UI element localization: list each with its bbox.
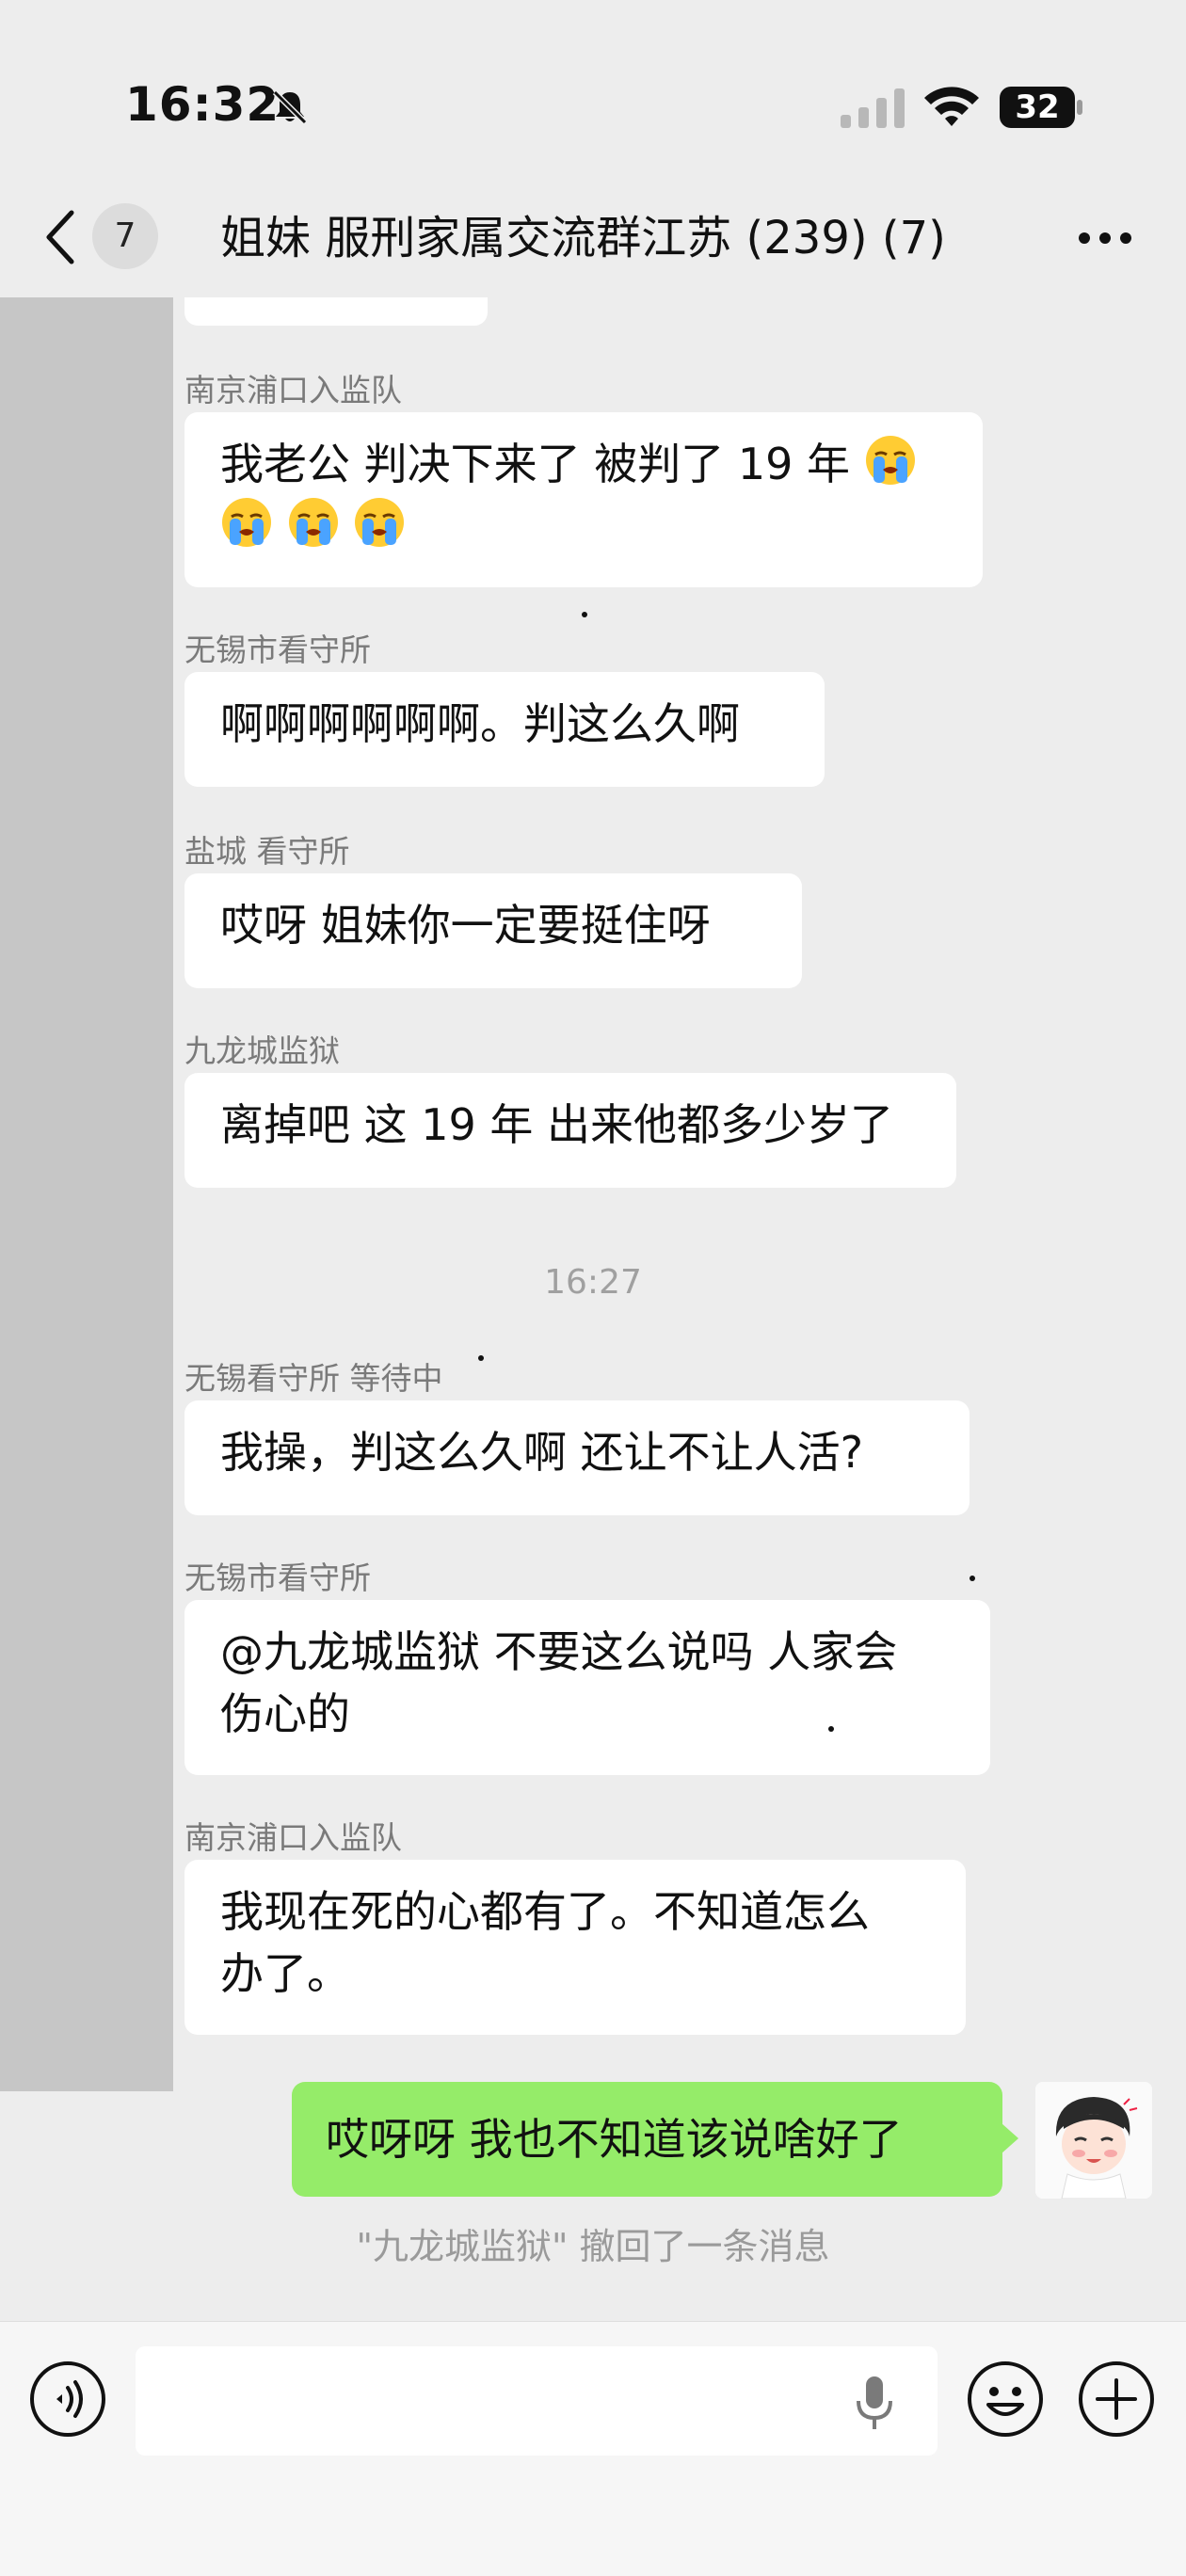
- message-bubble[interactable]: @九龙城监狱 不要这么说吗 人家会 伤心的: [184, 1600, 990, 1775]
- recall-notice: "九龙城监狱" 撤回了一条消息: [356, 2226, 830, 2267]
- message-bubble[interactable]: 我现在死的心都有了。不知道怎么 办了。: [184, 1860, 966, 2035]
- crying-emoji: [355, 498, 405, 547]
- my-message-text: 哎呀呀 我也不知道该说啥好了: [326, 2114, 903, 2165]
- message-text-line: 我老公 判决下来了 被判了 19 年: [220, 439, 851, 489]
- crying-emoji: [222, 498, 271, 547]
- message-bubble[interactable]: 啊啊啊啊啊啊。判这么久啊: [184, 672, 825, 787]
- crying-emoji: [288, 498, 338, 547]
- message-text-line: @九龙城监狱 不要这么说吗 人家会: [220, 1626, 898, 1677]
- message-text: 离掉吧 这 19 年 出来他都多少岁了: [220, 1099, 894, 1150]
- message-bubble[interactable]: 我老公 判决下来了 被判了 19 年: [184, 412, 983, 587]
- message-bubble[interactable]: 我操，判这么久啊 还让不让人活?: [184, 1400, 970, 1515]
- sender-name: 南京浦口入监队: [184, 372, 402, 408]
- my-message-bubble[interactable]: 哎呀呀 我也不知道该说啥好了: [292, 2082, 1002, 2197]
- nav-bar: 7 姐妹 服刑家属交流群江苏 (239) (7): [0, 179, 1186, 297]
- input-bar: [0, 2321, 1186, 2576]
- sender-name: 无锡市看守所: [184, 632, 371, 668]
- speck: [478, 1355, 484, 1361]
- message-bubble[interactable]: 哎呀 姐妹你一定要挺住呀: [184, 873, 802, 988]
- battery-icon: 32: [998, 85, 1084, 130]
- speck: [582, 612, 587, 617]
- message-input[interactable]: [136, 2346, 938, 2456]
- bell-off-icon: [272, 89, 308, 125]
- message-text: 我老公 判决下来了 被判了 19 年: [220, 433, 947, 495]
- message-emoji-line: [220, 495, 947, 557]
- time-separator: 16:27: [544, 1263, 642, 1302]
- message-bubble-partial[interactable]: [184, 297, 488, 326]
- message-text-line: 伤心的: [220, 1688, 350, 1739]
- sender-name: 九龙城监狱: [184, 1032, 340, 1069]
- side-strip: [0, 297, 173, 2091]
- speck: [828, 1726, 834, 1732]
- message-text: 我操，判这么久啊 还让不让人活?: [220, 1427, 864, 1478]
- message-text: 啊啊啊啊啊啊。判这么久啊: [220, 698, 740, 749]
- signal-icon: [841, 88, 905, 128]
- status-bar: 16:32 32: [0, 0, 1186, 179]
- my-message-tail: [1002, 2123, 1018, 2153]
- crying-emoji: [865, 436, 915, 485]
- back-icon[interactable]: [43, 207, 77, 267]
- sender-name: 南京浦口入监队: [184, 1819, 402, 1856]
- emoji-icon[interactable]: [966, 2360, 1045, 2439]
- sender-name: 无锡市看守所: [184, 1560, 371, 1596]
- plus-icon[interactable]: [1077, 2360, 1156, 2439]
- more-icon[interactable]: [1077, 226, 1133, 250]
- sender-name: 无锡看守所 等待中: [184, 1360, 443, 1397]
- avatar[interactable]: [1035, 2082, 1152, 2199]
- battery-level: 32: [1015, 88, 1060, 126]
- message-bubble[interactable]: 离掉吧 这 19 年 出来他都多少岁了: [184, 1073, 956, 1188]
- wifi-icon: [924, 87, 979, 126]
- mic-icon[interactable]: [851, 2375, 898, 2433]
- unread-badge[interactable]: 7: [92, 203, 158, 269]
- message-text-line: 办了。: [220, 1948, 350, 1999]
- chat-area[interactable]: 南京浦口入监队 我老公 判决下来了 被判了 19 年 无锡市看守所 啊啊啊啊啊啊…: [0, 297, 1186, 2321]
- speck: [970, 1576, 975, 1581]
- voice-icon[interactable]: [28, 2360, 107, 2439]
- page-title: 姐妹 服刑家属交流群江苏 (239) (7): [220, 212, 946, 264]
- sender-name: 盐城 看守所: [184, 833, 350, 870]
- message-text-line: 我现在死的心都有了。不知道怎么: [220, 1886, 870, 1937]
- status-time: 16:32: [125, 77, 280, 132]
- message-text: 哎呀 姐妹你一定要挺住呀: [220, 900, 711, 951]
